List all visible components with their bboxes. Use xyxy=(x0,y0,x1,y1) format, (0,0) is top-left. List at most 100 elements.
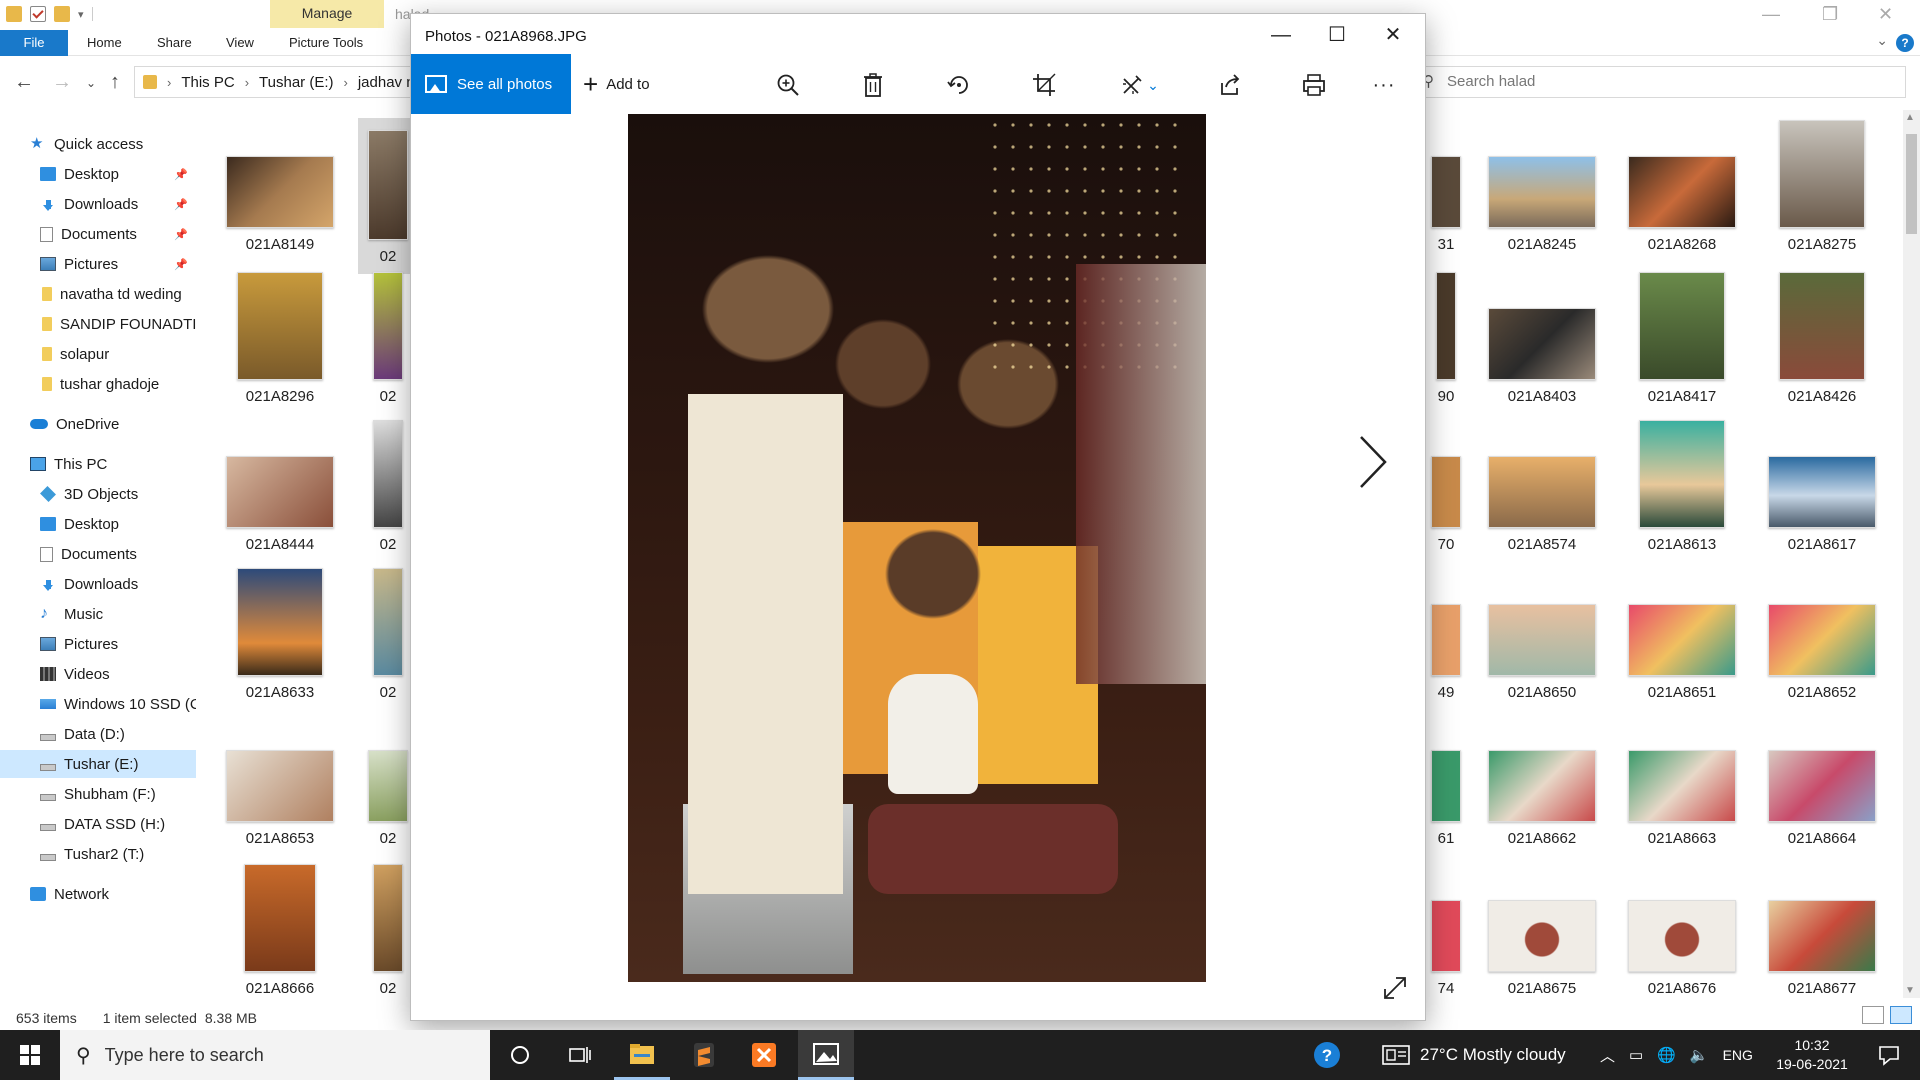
file-item[interactable]: 021A8675 xyxy=(1472,900,1612,997)
weather-widget[interactable]: 27°C Mostly cloudy xyxy=(1382,1030,1566,1080)
file-item[interactable]: 021A8677 xyxy=(1752,900,1892,997)
file-item[interactable]: 70 xyxy=(1426,456,1466,553)
zoom-icon[interactable] xyxy=(773,70,803,100)
nav-folder[interactable]: navatha td weding xyxy=(0,280,196,308)
file-item[interactable]: 90 xyxy=(1426,272,1466,405)
rotate-icon[interactable] xyxy=(944,70,974,100)
xampp-icon[interactable] xyxy=(736,1030,792,1080)
task-view-icon[interactable] xyxy=(552,1030,608,1080)
forward-icon[interactable]: → xyxy=(52,71,72,94)
nav-network[interactable]: Network xyxy=(0,880,196,908)
nav-pictures[interactable]: Pictures 📌 xyxy=(0,250,196,278)
maximize-icon[interactable]: ☐ xyxy=(1309,20,1365,52)
scroll-up-icon[interactable]: ▲ xyxy=(1905,112,1915,123)
search-input[interactable]: ⚲ Search halad xyxy=(1414,66,1906,98)
nav-drive-d[interactable]: Data (D:) xyxy=(0,720,196,748)
nav-drive-h[interactable]: DATA SSD (H:) xyxy=(0,810,196,838)
nav-videos[interactable]: Videos xyxy=(0,660,196,688)
file-item[interactable]: 02 xyxy=(358,118,418,274)
nav-desktop[interactable]: Desktop 📌 xyxy=(0,160,196,188)
file-item[interactable]: 021A8652 xyxy=(1752,604,1892,701)
nav-quick-access[interactable]: ★ Quick access xyxy=(0,130,196,158)
network-globe-icon[interactable]: 🌐 xyxy=(1657,1046,1676,1064)
file-item[interactable]: 021A8666 xyxy=(210,864,350,997)
nav-3d-objects[interactable]: 3D Objects xyxy=(0,480,196,508)
file-item[interactable]: 021A8633 xyxy=(210,568,350,701)
full-screen-icon[interactable] xyxy=(1381,974,1409,1009)
nav-documents[interactable]: Documents 📌 xyxy=(0,220,196,248)
tab-view[interactable]: View xyxy=(226,35,254,50)
tab-file[interactable]: File xyxy=(0,30,68,56)
add-to-button[interactable]: + Add to xyxy=(583,54,650,114)
chevron-down-icon[interactable]: ⌄ xyxy=(1876,32,1888,49)
file-item[interactable]: 61 xyxy=(1426,750,1466,847)
breadcrumb-drive[interactable]: Tushar (E:) xyxy=(259,74,333,91)
print-icon[interactable] xyxy=(1299,70,1329,100)
nav-pictures[interactable]: Pictures xyxy=(0,630,196,658)
delete-icon[interactable] xyxy=(858,70,888,100)
taskbar-search-box[interactable]: ⚲ Type here to search xyxy=(60,1030,490,1080)
file-item[interactable]: 021A8617 xyxy=(1752,456,1892,553)
details-view-icon[interactable] xyxy=(1862,1006,1884,1024)
up-icon[interactable]: ↑ xyxy=(110,71,120,94)
help-tray-icon[interactable]: ? xyxy=(1312,1030,1342,1080)
file-item[interactable]: 021A8676 xyxy=(1612,900,1752,997)
file-item[interactable]: 021A8662 xyxy=(1472,750,1612,847)
file-item[interactable]: 021A8296 xyxy=(210,272,350,405)
scroll-down-icon[interactable]: ▼ xyxy=(1905,985,1915,996)
tab-share[interactable]: Share xyxy=(157,35,192,50)
file-item[interactable]: 021A8664 xyxy=(1752,750,1892,847)
more-icon[interactable]: ··· xyxy=(1369,70,1399,100)
file-item[interactable]: 021A8268 xyxy=(1612,156,1752,253)
file-item[interactable]: 021A8650 xyxy=(1472,604,1612,701)
input-language[interactable]: ENG xyxy=(1723,1047,1753,1063)
file-item[interactable]: 021A8444 xyxy=(210,456,350,553)
file-item[interactable]: 021A8613 xyxy=(1612,420,1752,553)
help-icon[interactable]: ? xyxy=(1896,34,1914,52)
tab-home[interactable]: Home xyxy=(87,35,122,50)
notifications-icon[interactable] xyxy=(1878,1044,1900,1071)
file-item[interactable]: 021A8275 xyxy=(1752,120,1892,253)
nav-onedrive[interactable]: OneDrive xyxy=(0,410,196,438)
back-icon[interactable]: ← xyxy=(14,71,34,94)
customize-qat-icon[interactable]: ▾ xyxy=(78,8,84,21)
volume-icon[interactable]: 🔈 xyxy=(1690,1046,1709,1064)
restore-icon[interactable]: ❐ xyxy=(1822,4,1838,25)
file-item[interactable]: 021A8574 xyxy=(1472,456,1612,553)
scrollbar-thumb[interactable] xyxy=(1906,134,1917,234)
file-item[interactable]: 021A8417 xyxy=(1612,272,1752,405)
nav-drive-f[interactable]: Shubham (F:) xyxy=(0,780,196,808)
new-folder-icon[interactable] xyxy=(54,6,70,22)
breadcrumb-this-pc[interactable]: This PC xyxy=(181,74,234,91)
file-item[interactable]: 02 xyxy=(358,864,418,997)
cortana-icon[interactable] xyxy=(492,1030,548,1080)
sublime-text-icon[interactable] xyxy=(676,1030,732,1080)
nav-folder[interactable]: solapur xyxy=(0,340,196,368)
minimize-icon[interactable]: — xyxy=(1253,20,1309,52)
large-icons-view-icon[interactable] xyxy=(1890,1006,1912,1024)
file-item[interactable]: 02 xyxy=(358,568,418,701)
file-item[interactable]: 02 xyxy=(358,272,418,405)
file-item[interactable]: 02 xyxy=(358,750,418,847)
nav-drive-e[interactable]: Tushar (E:) xyxy=(0,750,196,778)
nav-desktop[interactable]: Desktop xyxy=(0,510,196,538)
nav-music[interactable]: ♪ Music xyxy=(0,600,196,628)
manage-tab[interactable]: Manage xyxy=(270,0,384,28)
nav-drive-c[interactable]: Windows 10 SSD (C xyxy=(0,690,196,718)
close-icon[interactable]: ✕ xyxy=(1878,4,1893,25)
nav-this-pc[interactable]: This PC xyxy=(0,450,196,478)
file-item[interactable]: 021A8653 xyxy=(210,750,350,847)
file-item[interactable]: 021A8426 xyxy=(1752,272,1892,405)
file-item[interactable]: 021A8403 xyxy=(1472,308,1612,405)
show-hidden-icons-icon[interactable]: ︿ xyxy=(1600,1045,1615,1066)
close-icon[interactable]: ✕ xyxy=(1365,20,1421,52)
battery-icon[interactable]: ▭ xyxy=(1629,1046,1643,1064)
file-item[interactable]: 021A8663 xyxy=(1612,750,1752,847)
nav-downloads[interactable]: Downloads 📌 xyxy=(0,190,196,218)
start-button[interactable] xyxy=(0,1030,60,1080)
properties-icon[interactable] xyxy=(30,6,46,22)
tab-picture-tools[interactable]: Picture Tools xyxy=(289,35,363,50)
nav-folder[interactable]: SANDIP FOUNADTI( xyxy=(0,310,196,338)
file-explorer-taskbar-icon[interactable] xyxy=(614,1030,670,1080)
folder-icon[interactable] xyxy=(6,6,22,22)
